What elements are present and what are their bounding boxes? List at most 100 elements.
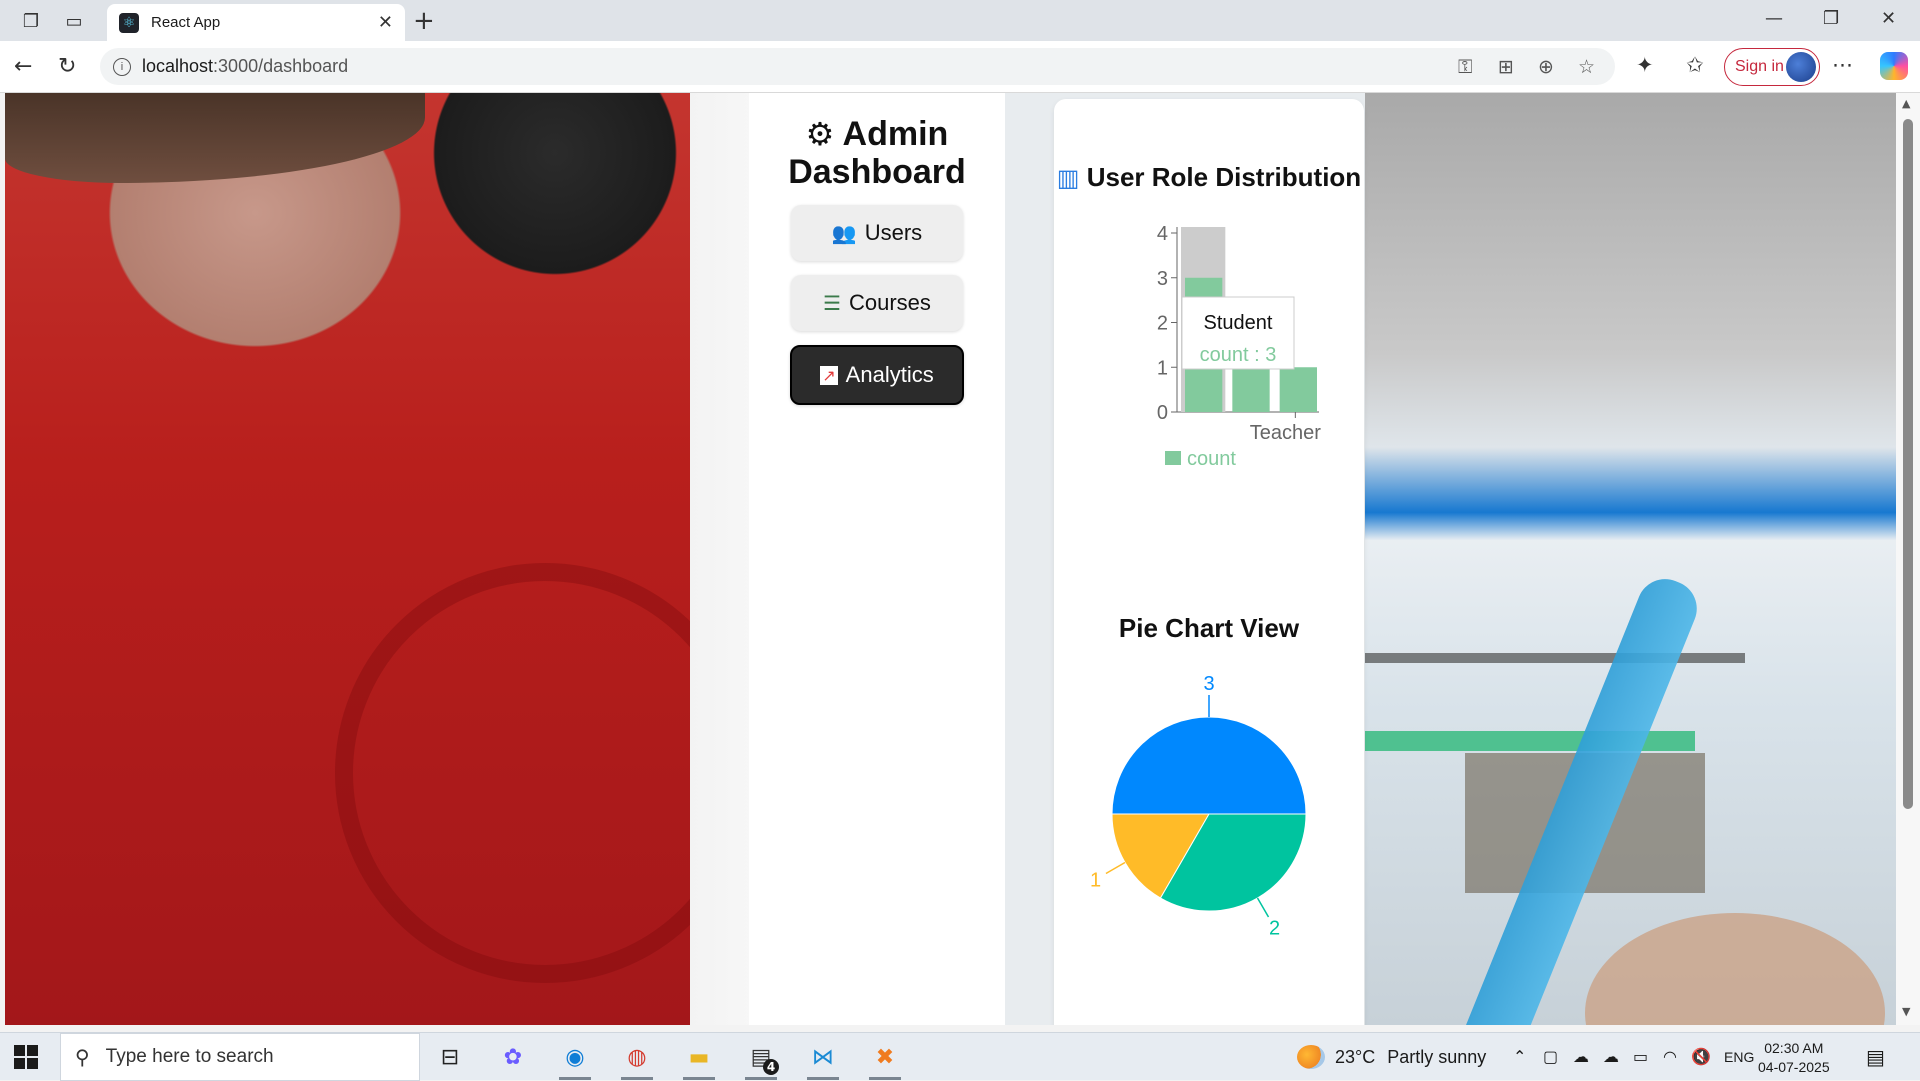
bar-chart: 0 1 2 3 4 Teacher Student count : 3 count <box>1157 223 1321 470</box>
scrollbar-thumb[interactable] <box>1903 119 1913 809</box>
xampp-icon[interactable]: ✖ <box>865 1039 905 1080</box>
pie-slice <box>1111 716 1307 815</box>
profile-avatar <box>1786 52 1816 82</box>
scroll-down-icon[interactable]: ▼ <box>1902 1005 1910 1018</box>
file-explorer-icon[interactable]: ▬ <box>679 1039 719 1080</box>
bar-chart-bars: Student count : 3 <box>1181 227 1317 412</box>
address-bar[interactable]: i localhost:3000/dashboard ⚿ ⊞ ⊕ ☆ <box>100 48 1615 85</box>
y-tick-label: 1 <box>1157 357 1168 379</box>
cloud-icon[interactable]: ☁ <box>1573 1047 1589 1066</box>
notifications-icon[interactable]: ▤ <box>1866 1045 1885 1069</box>
y-tick-label: 2 <box>1157 313 1168 335</box>
language-indicator[interactable]: ENG <box>1724 1049 1754 1065</box>
legend-label: count <box>1187 448 1236 470</box>
sidebar: ⚙ Admin Dashboard 👥 Users ☰ Courses ↗ An… <box>749 93 1005 1025</box>
workspaces-icon[interactable]: ❐ <box>18 8 44 34</box>
sidebar-item-users[interactable]: 👥 Users <box>791 205 963 261</box>
tab-title: React App <box>151 14 221 31</box>
pie-label: 3 <box>1203 673 1214 695</box>
background-monitor-bar <box>1365 653 1745 663</box>
notepad-icon[interactable]: ▤ 4 <box>741 1039 781 1080</box>
restore-icon[interactable]: ❐ <box>1823 8 1839 29</box>
background-photo-left <box>5 93 755 1025</box>
chart-increasing-icon: ↗ <box>820 365 838 385</box>
app-available-icon[interactable]: ⊞ <box>1498 56 1514 78</box>
volume-muted-icon[interactable]: 🔇 <box>1691 1047 1711 1066</box>
weather-temp: 23°C <box>1335 1046 1376 1067</box>
site-info-icon[interactable]: i <box>113 57 131 76</box>
bar-chart-title: ▥ User Role Distribution <box>1054 163 1364 193</box>
background-photo-right <box>1365 93 1896 1025</box>
analytics-card: ▥ User Role Distribution 0 1 2 3 4 Teacher St… <box>1054 99 1364 1025</box>
taskbar-search[interactable]: ⚲ Type here to search <box>60 1033 420 1081</box>
key-icon[interactable]: ⚿ <box>1458 56 1472 78</box>
y-tick-label: 0 <box>1157 402 1168 424</box>
close-tab-icon[interactable]: ✕ <box>378 12 393 33</box>
pie-label: 2 <box>1269 917 1280 939</box>
favorites-icon[interactable]: ✩ <box>1686 53 1704 77</box>
clock[interactable]: 02:30 AM 04-07-2025 <box>1758 1039 1830 1077</box>
tooltip-category: Student <box>1204 312 1273 334</box>
meet-now-icon[interactable]: ▢ <box>1543 1047 1558 1066</box>
pie-chart-title: Pie Chart View <box>1118 613 1300 643</box>
back-icon[interactable]: ← <box>14 54 32 79</box>
windows-taskbar: ⚲ Type here to search ⊟ ✿ ◉ ◍ ▬ ▤ 4 ⋈ ✖ 2… <box>0 1032 1920 1081</box>
notepad-badge: 4 <box>763 1059 779 1075</box>
weather-text: Partly sunny <box>1387 1046 1487 1067</box>
browser-toolbar: ← ↻ i localhost:3000/dashboard ⚿ ⊞ ⊕ ☆ ✦… <box>0 41 1920 93</box>
bar <box>1279 367 1317 412</box>
scroll-up-icon[interactable]: ▲ <box>1902 97 1910 110</box>
tab-react-app[interactable]: ⚛ React App ✕ <box>107 4 405 41</box>
search-icon: ⚲ <box>75 1045 90 1069</box>
y-tick-label: 4 <box>1157 223 1168 245</box>
tooltip-value: count : 3 <box>1200 344 1277 366</box>
new-tab-icon[interactable]: + <box>413 6 435 36</box>
vscode-icon[interactable]: ⋈ <box>803 1039 843 1080</box>
legend-swatch <box>1165 451 1181 465</box>
react-favicon-icon: ⚛ <box>119 12 139 33</box>
sidebar-item-label: Analytics <box>845 362 934 387</box>
favorite-star-icon[interactable]: ☆ <box>1578 56 1595 78</box>
copilot-icon[interactable] <box>1880 52 1908 80</box>
chrome-icon[interactable]: ◍ <box>617 1039 657 1080</box>
clock-time: 02:30 AM <box>1764 1040 1824 1056</box>
edge-browser-icon[interactable]: ◉ <box>555 1039 595 1080</box>
vertical-tabs-icon[interactable]: ▭ <box>61 8 87 34</box>
pie-chart: 3 1 2 <box>1090 673 1307 939</box>
refresh-icon[interactable]: ↻ <box>58 54 76 79</box>
sidebar-item-analytics[interactable]: ↗ Analytics <box>790 345 964 405</box>
sidebar-item-label: Users <box>864 220 923 245</box>
task-view-icon[interactable]: ⊟ <box>430 1039 470 1075</box>
pie-chart-slices: 3 1 2 <box>1090 673 1307 939</box>
onedrive-icon[interactable]: ☁ <box>1603 1047 1619 1066</box>
start-button[interactable] <box>14 1045 38 1069</box>
battery-icon[interactable]: ▭ <box>1633 1047 1648 1066</box>
books-icon: ☰ <box>823 291 841 315</box>
bar-chart-icon: ▥ <box>1056 164 1080 192</box>
more-options-icon[interactable]: ⋯ <box>1832 53 1853 77</box>
copilot-taskbar-icon[interactable]: ✿ <box>493 1039 533 1075</box>
pie-label-line <box>1256 897 1270 918</box>
browser-titlebar: ❐ ▭ ⚛ React App ✕ + — ❐ ✕ <box>0 0 1920 41</box>
sign-in-button[interactable]: Sign in <box>1724 48 1820 86</box>
pie-label-line <box>1105 861 1126 875</box>
y-tick-label: 3 <box>1157 268 1168 290</box>
url-path: :3000/dashboard <box>213 56 349 76</box>
bar-chart-title-text: User Role Distribution <box>1086 162 1362 192</box>
weather-widget[interactable]: 23°C Partly sunny <box>1297 1045 1486 1069</box>
close-window-icon[interactable]: ✕ <box>1881 8 1896 29</box>
wifi-icon[interactable]: ◠ <box>1663 1047 1677 1066</box>
sidebar-item-courses[interactable]: ☰ Courses <box>791 275 963 331</box>
extensions-icon[interactable]: ✦ <box>1636 53 1654 77</box>
gear-icon: ⚙ <box>805 115 835 153</box>
url-host: localhost <box>142 56 214 76</box>
search-placeholder: Type here to search <box>105 1046 274 1067</box>
sidebar-item-label: Courses <box>849 290 931 315</box>
show-hidden-icons-icon[interactable]: ⌃ <box>1513 1047 1526 1066</box>
page-scrollbar[interactable]: ▲ ▼ <box>1896 93 1920 1025</box>
page-viewport: ⚙ Admin Dashboard 👥 Users ☰ Courses ↗ An… <box>5 93 1896 1025</box>
sidebar-title: ⚙ Admin Dashboard <box>757 115 997 191</box>
zoom-icon[interactable]: ⊕ <box>1538 56 1554 78</box>
minimize-icon[interactable]: — <box>1765 8 1783 29</box>
background-hand <box>1585 913 1885 1025</box>
